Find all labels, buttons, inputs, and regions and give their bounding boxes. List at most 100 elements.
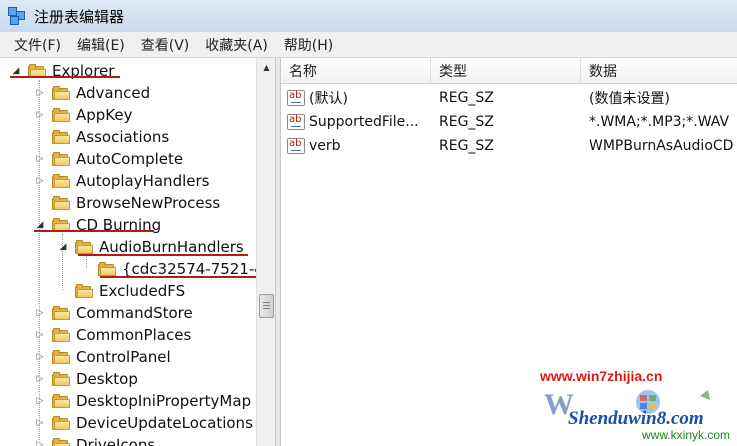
tree-item-label: Desktop [76, 370, 138, 388]
tree-item-commonplaces[interactable]: ▷ CommonPlaces [34, 324, 192, 346]
highlight-underline [100, 276, 256, 278]
folder-icon [52, 108, 70, 122]
folder-icon [52, 306, 70, 320]
expand-icon[interactable]: ▷ [34, 439, 46, 446]
folder-icon [52, 372, 70, 386]
menu-edit[interactable]: 编辑(E) [77, 35, 125, 55]
folder-icon [98, 262, 116, 276]
value-data: (数值未设置) [589, 91, 670, 107]
expand-icon[interactable]: ▷ [34, 109, 46, 121]
tree-item-autoplayhandlers[interactable]: ▷ AutoplayHandlers [34, 170, 210, 192]
expand-icon[interactable]: ▷ [34, 175, 46, 187]
tree-item-label: AutoplayHandlers [76, 172, 210, 190]
folder-icon [52, 196, 70, 210]
expand-icon[interactable]: ▷ [34, 417, 46, 429]
tree-item-label: Associations [76, 128, 170, 146]
tree-item-desktopinipropertymap[interactable]: ▷ DesktopIniPropertyMap [34, 390, 252, 412]
collapse-icon[interactable]: ◢ [57, 241, 69, 253]
watermark-url: www.win7zhijia.cn [540, 368, 663, 384]
folder-icon [52, 350, 70, 364]
string-value-icon: ab [287, 114, 305, 130]
tree-scrollbar[interactable]: ▲ [256, 58, 275, 446]
registry-editor-icon [6, 5, 28, 27]
folder-icon [52, 416, 70, 430]
value-name: verb [309, 138, 341, 154]
folder-icon [52, 328, 70, 342]
watermark-domain: www.kxinyk.com [642, 428, 731, 442]
folder-icon [52, 174, 70, 188]
column-header-data[interactable]: 数据 [581, 58, 737, 84]
expand-icon[interactable]: ▷ [34, 307, 46, 319]
tree-item-label: ControlPanel [76, 348, 171, 366]
tree-item-label: AppKey [76, 106, 133, 124]
expand-icon[interactable]: ▷ [34, 87, 46, 99]
tree-item-label: DesktopIniPropertyMap [76, 392, 252, 410]
column-header-type[interactable]: 类型 [431, 58, 581, 84]
expand-icon[interactable]: ▷ [34, 329, 46, 341]
folder-icon [52, 130, 70, 144]
value-name: SupportedFile... [309, 114, 419, 130]
tree-item-commandstore[interactable]: ▷ CommandStore [34, 302, 193, 324]
registry-tree[interactable]: ◢ Explorer ▷ Advanced ▷ AppKey Associati… [0, 58, 276, 446]
tree-item-advanced[interactable]: ▷ Advanced [34, 82, 151, 104]
menu-help[interactable]: 帮助(H) [284, 35, 333, 55]
list-row[interactable]: ab SupportedFile... REG_SZ *.WMA;*.MP3;*… [281, 110, 737, 134]
tree-item-driveicons[interactable]: ▷ DriveIcons [34, 434, 155, 446]
tree-item-cd-burning[interactable]: ◢ CD Burning [34, 214, 162, 236]
expand-icon[interactable] [57, 285, 69, 297]
tree-item-label: Advanced [76, 84, 151, 102]
tree-item-controlpanel[interactable]: ▷ ControlPanel [34, 346, 171, 368]
string-value-icon: ab [287, 138, 305, 154]
tree-item-label: ExcludedFS [99, 282, 186, 300]
menu-view[interactable]: 查看(V) [141, 35, 190, 55]
tree-item-label: CommonPlaces [76, 326, 192, 344]
scroll-up-arrow-icon[interactable]: ▲ [257, 58, 275, 76]
folder-icon [75, 284, 93, 298]
list-row[interactable]: ab verb REG_SZ WMPBurnAsAudioCD [281, 134, 737, 158]
tree-item-autocomplete[interactable]: ▷ AutoComplete [34, 148, 184, 170]
value-name: (默认) [309, 91, 348, 107]
folder-icon [52, 438, 70, 446]
expand-icon[interactable] [80, 263, 92, 275]
watermark-brand: Shenduwin8.com [568, 408, 704, 429]
highlight-underline [78, 254, 248, 256]
menu-bar: 文件(F) 编辑(E) 查看(V) 收藏夹(A) 帮助(H) [0, 32, 737, 58]
tree-item-associations[interactable]: Associations [34, 126, 169, 148]
expand-icon[interactable] [34, 131, 46, 143]
string-value-icon: ab [287, 90, 305, 106]
value-data: WMPBurnAsAudioCD [589, 138, 734, 154]
folder-icon [75, 240, 93, 254]
expand-icon[interactable]: ▷ [34, 373, 46, 385]
scrollbar-thumb[interactable] [259, 294, 274, 318]
tree-item-label: BrowseNewProcess [76, 194, 221, 212]
expand-icon[interactable]: ▷ [34, 395, 46, 407]
highlight-underline [10, 76, 120, 78]
folder-icon [52, 152, 70, 166]
tree-item-deviceupdatelocations[interactable]: ▷ DeviceUpdateLocations [34, 412, 253, 434]
tree-item-desktop[interactable]: ▷ Desktop [34, 368, 138, 390]
column-header-name[interactable]: 名称 [281, 58, 431, 84]
folder-icon [52, 394, 70, 408]
menu-file[interactable]: 文件(F) [14, 35, 61, 55]
tree-item-explorer[interactable]: ◢ Explorer [10, 60, 115, 82]
expand-icon[interactable]: ▷ [34, 351, 46, 363]
highlight-underline [34, 230, 154, 232]
title-bar: 注册表编辑器 [0, 0, 737, 32]
tree-item-label: DriveIcons [76, 436, 156, 446]
expand-icon[interactable] [34, 197, 46, 209]
menu-favorites[interactable]: 收藏夹(A) [205, 35, 268, 55]
folder-icon [52, 86, 70, 100]
list-row[interactable]: ab (默认) REG_SZ (数值未设置) [281, 86, 737, 110]
window-title: 注册表编辑器 [34, 7, 125, 26]
value-type: REG_SZ [439, 138, 494, 154]
tree-item-label: DeviceUpdateLocations [76, 414, 253, 432]
tree-item-excludedfs[interactable]: ExcludedFS [57, 280, 185, 302]
value-data: *.WMA;*.MP3;*.WAV [589, 114, 730, 130]
tree-item-label: AutoComplete [76, 150, 184, 168]
expand-icon[interactable]: ▷ [34, 153, 46, 165]
list-header: 名称 类型 数据 [281, 58, 737, 84]
tree-item-browsenewprocess[interactable]: BrowseNewProcess [34, 192, 220, 214]
tree-item-appkey[interactable]: ▷ AppKey [34, 104, 133, 126]
value-type: REG_SZ [439, 90, 494, 106]
value-type: REG_SZ [439, 114, 494, 130]
